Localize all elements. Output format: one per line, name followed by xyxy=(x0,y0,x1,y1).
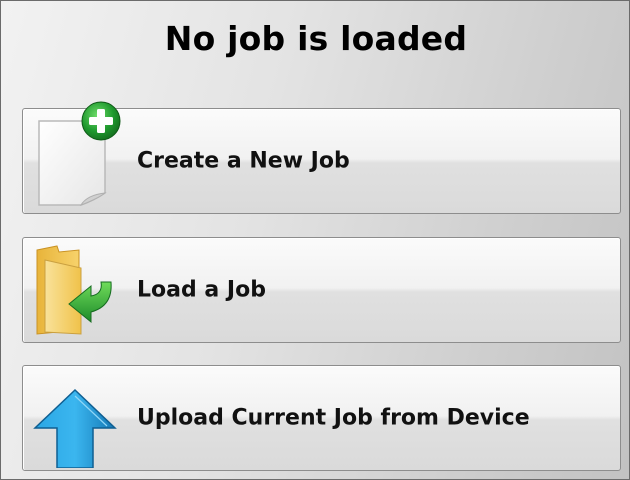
job-panel: No job is loaded Create a New Job Load a… xyxy=(0,0,630,480)
new-document-plus-icon xyxy=(38,101,121,206)
load-job-button[interactable]: Load a Job xyxy=(22,237,621,343)
create-new-job-label: Create a New Job xyxy=(137,148,350,174)
page-title: No job is loaded xyxy=(164,19,468,58)
folder-load-arrow-icon xyxy=(36,245,112,335)
upload-current-job-label: Upload Current Job from Device xyxy=(137,405,530,431)
upload-arrow-icon xyxy=(33,388,117,468)
load-job-label: Load a Job xyxy=(137,277,266,303)
upload-current-job-button[interactable]: Upload Current Job from Device xyxy=(22,365,621,471)
create-new-job-button[interactable]: Create a New Job xyxy=(22,101,621,214)
